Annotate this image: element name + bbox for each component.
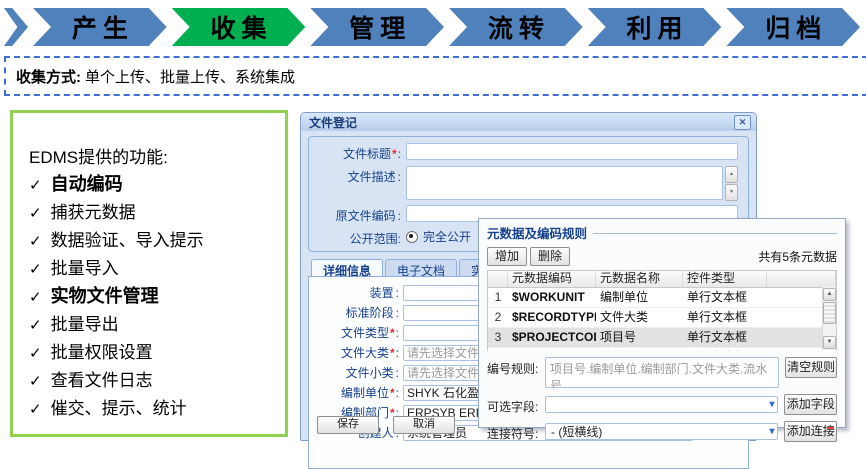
dialog-footer: 保存 取消 <box>317 416 455 434</box>
dialog-titlebar: 文件登记 ✕ <box>301 113 756 131</box>
clear-rule-button[interactable]: 清空规则 <box>785 357 837 378</box>
dialog-title: 文件登记 <box>309 114 357 131</box>
feature-item: ✓捕获元数据 <box>29 199 275 227</box>
chevron-down-icon[interactable]: ▾ <box>769 427 774 437</box>
file-title-input[interactable] <box>406 143 738 160</box>
scroll-thumb[interactable] <box>823 302 836 324</box>
collect-method-label: 收集方式: <box>16 66 81 87</box>
file-desc-label: 文件描述: <box>309 166 406 185</box>
numbering-rule-row: 编号规则: 清空规则 <box>487 357 837 388</box>
metadata-table: 元数据编码 元数据名称 控件类型 1 $WORKUNIT 编制单位 单行文本框 … <box>487 270 837 351</box>
table-row[interactable]: 2 $RECORDTYPE 文件大类 单行文本框 <box>488 308 836 328</box>
type-header: 控件类型 <box>683 271 767 287</box>
check-icon: ✓ <box>29 340 42 367</box>
feature-item: ✓数据验证、导入提示 <box>29 227 275 255</box>
connector-label: 连接符号: <box>487 422 545 442</box>
metadata-count: 共有5条元数据 <box>758 248 837 265</box>
feature-item: ✓批量导入 <box>29 255 275 283</box>
flow-step-circulate: 流转 <box>449 8 583 46</box>
file-major-class-label: 文件大类*: <box>309 344 403 361</box>
legend-divider <box>593 233 837 234</box>
row-number-header <box>488 271 508 287</box>
code-header: 元数据编码 <box>508 271 596 287</box>
optional-field-label: 可选字段: <box>487 395 545 415</box>
check-icon: ✓ <box>29 396 42 423</box>
delete-button[interactable]: 删除 <box>530 247 570 266</box>
check-icon: ✓ <box>29 200 42 227</box>
file-desc-textarea[interactable] <box>406 166 723 200</box>
connector-select[interactable]: - (短横线) ▾ <box>545 423 778 440</box>
table-body: 1 $WORKUNIT 编制单位 单行文本框 2 $RECORDTYPE 文件大… <box>488 288 836 351</box>
numbering-rule-input[interactable] <box>545 357 779 388</box>
file-title-label: 文件标题*: <box>309 143 406 162</box>
scope-option-public[interactable]: 完全公开 <box>406 228 471 245</box>
red-mark-artifact <box>827 427 834 429</box>
orig-code-label: 原文件编码: <box>309 205 406 224</box>
chevron-down-icon[interactable]: ▾ <box>769 400 774 410</box>
table-header-row: 元数据编码 元数据名称 控件类型 <box>488 271 836 288</box>
flow-step-collect: 收集 <box>172 8 306 46</box>
cancel-button[interactable]: 取消 <box>393 416 455 434</box>
close-icon[interactable]: ✕ <box>734 115 751 130</box>
scope-label: 公开范围: <box>309 228 406 247</box>
empty-header <box>767 271 836 287</box>
collect-method-text: 单个上传、批量上传、系统集成 <box>85 66 295 87</box>
scroll-down-icon[interactable]: ▼ <box>823 336 836 349</box>
flow-chevron-fragment <box>4 8 28 46</box>
name-header: 元数据名称 <box>596 271 683 287</box>
tab-electronic-doc[interactable]: 电子文档 <box>385 259 457 276</box>
check-icon: ✓ <box>29 284 42 311</box>
flow-step-archive: 归档 <box>726 8 860 46</box>
save-button[interactable]: 保存 <box>317 416 379 434</box>
feature-item: ✓催交、提示、统计 <box>29 395 275 423</box>
add-button[interactable]: 增加 <box>487 247 527 266</box>
connector-value: - (短横线) <box>551 423 602 440</box>
optional-field-select[interactable]: ▾ <box>545 396 778 413</box>
metadata-panel-title: 元数据及编码规则 <box>487 223 587 242</box>
spinner-up-icon[interactable]: ▲ <box>725 166 738 183</box>
optional-field-row: 可选字段: ▾ 添加字段 <box>487 394 837 415</box>
flow-step-manage: 管理 <box>310 8 444 46</box>
slide-canvas: { "icons":{"close":"✕","spinner_up":"▲",… <box>0 0 866 445</box>
table-scrollbar[interactable]: ▲ ▼ <box>822 287 836 350</box>
add-field-button[interactable]: 添加字段 <box>784 394 837 415</box>
spinner-down-icon[interactable]: ▼ <box>725 184 738 201</box>
connector-row: 连接符号: - (短横线) ▾ 添加连接 <box>487 421 837 442</box>
device-label: 装置: <box>309 284 403 301</box>
feature-item: ✓查看文件日志 <box>29 367 275 395</box>
radio-selected-icon[interactable] <box>406 231 418 243</box>
check-icon: ✓ <box>29 228 42 255</box>
feature-item: ✓实物文件管理 <box>29 283 275 311</box>
metadata-rules-panel: 元数据及编码规则 增加 删除 共有5条元数据 元数据编码 元数据名称 控件类型 … <box>478 218 846 428</box>
standard-stage-label: 标准阶段: <box>309 304 403 321</box>
flow-step-produce: 产生 <box>33 8 167 46</box>
flow-step-utilize: 利用 <box>588 8 722 46</box>
metadata-panel-header: 元数据及编码规则 <box>487 223 837 242</box>
file-minor-class-label: 文件小类: <box>309 364 403 381</box>
check-icon: ✓ <box>29 368 42 395</box>
edms-features-box: EDMS提供的功能: ✓自动编码 ✓捕获元数据 ✓数据验证、导入提示 ✓批量导入… <box>10 110 288 437</box>
process-flow: 产生 收集 管理 流转 利用 归档 <box>4 8 860 46</box>
file-type-label: 文件类型*: <box>309 324 403 341</box>
check-icon: ✓ <box>29 172 42 199</box>
feature-item: ✓自动编码 <box>29 171 275 199</box>
features-title: EDMS提供的功能: <box>29 143 275 168</box>
metadata-toolbar: 增加 删除 共有5条元数据 <box>487 247 837 266</box>
tab-detail-info[interactable]: 详细信息 <box>311 259 383 276</box>
check-icon: ✓ <box>29 256 42 283</box>
table-row[interactable]: 1 $WORKUNIT 编制单位 单行文本框 <box>488 288 836 308</box>
scroll-up-icon[interactable]: ▲ <box>823 288 836 301</box>
compile-unit-label: 编制单位*: <box>309 384 403 401</box>
desc-spinner: ▲ ▼ <box>725 166 738 201</box>
table-row[interactable]: 4 $DEPARTMENT 编制部门 单行文本框 <box>488 348 836 351</box>
collect-method-banner: 收集方式: 单个上传、批量上传、系统集成 <box>4 56 866 96</box>
feature-item: ✓批量导出 <box>29 311 275 339</box>
numbering-rule-label: 编号规则: <box>487 357 545 377</box>
feature-item: ✓批量权限设置 <box>29 339 275 367</box>
table-row-selected[interactable]: 3 $PROJECTCODE 项目号 单行文本框 <box>488 328 836 348</box>
check-icon: ✓ <box>29 312 42 339</box>
add-connector-button[interactable]: 添加连接 <box>784 421 837 442</box>
